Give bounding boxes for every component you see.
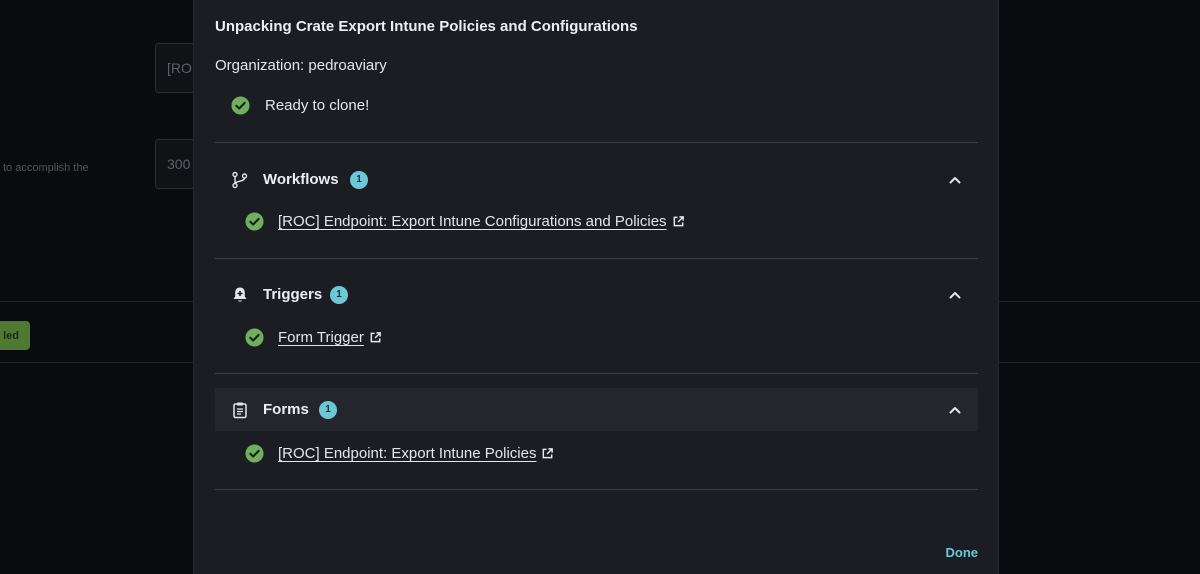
background-status-badge: led (0, 321, 30, 350)
external-link-icon[interactable] (369, 331, 382, 344)
divider (215, 258, 978, 259)
git-branch-icon (232, 171, 248, 188)
list-item-form: [ROC] Endpoint: Export Intune Policies (245, 444, 554, 463)
organization-label: Organization: pedroaviary (215, 57, 387, 74)
section-label-triggers: Triggers (263, 286, 323, 303)
background-timeout-value: 300 (167, 156, 191, 172)
external-link-icon[interactable] (541, 447, 554, 460)
form-link[interactable]: [ROC] Endpoint: Export Intune Policies (278, 445, 536, 462)
section-header-workflows[interactable]: Workflows 1 (215, 158, 978, 201)
check-circle-icon (245, 444, 264, 463)
section-header-forms[interactable]: Forms 1 (215, 388, 978, 431)
done-button[interactable]: Done (946, 545, 979, 560)
divider (215, 489, 978, 490)
divider (215, 142, 978, 143)
check-circle-icon (231, 96, 250, 115)
unpack-crate-modal: Unpacking Crate Export Intune Policies a… (193, 0, 999, 574)
chevron-up-icon[interactable] (948, 288, 962, 302)
divider (215, 373, 978, 374)
list-item-trigger: Form Trigger (245, 328, 382, 347)
external-link-icon[interactable] (672, 215, 685, 228)
background-name-value: [RO (167, 60, 192, 76)
count-badge: 1 (330, 285, 348, 304)
bell-plus-icon (233, 287, 247, 302)
chevron-up-icon[interactable] (948, 403, 962, 417)
modal-title: Unpacking Crate Export Intune Policies a… (215, 18, 638, 35)
section-label-workflows: Workflows (263, 171, 339, 188)
list-item-workflow: [ROC] Endpoint: Export Intune Configurat… (245, 212, 685, 231)
ready-text: Ready to clone! (265, 97, 370, 114)
workflow-link[interactable]: [ROC] Endpoint: Export Intune Configurat… (278, 213, 667, 230)
count-badge: 1 (350, 170, 368, 189)
check-circle-icon (245, 328, 264, 347)
section-label-forms: Forms (263, 401, 309, 418)
count-badge: 1 (319, 400, 337, 419)
trigger-link[interactable]: Form Trigger (278, 329, 364, 346)
section-header-triggers[interactable]: Triggers 1 (215, 273, 978, 316)
ready-status: Ready to clone! (231, 96, 369, 115)
chevron-up-icon[interactable] (948, 173, 962, 187)
background-help-text: to accomplish the (3, 162, 89, 174)
check-circle-icon (245, 212, 264, 231)
clipboard-icon (233, 402, 247, 418)
